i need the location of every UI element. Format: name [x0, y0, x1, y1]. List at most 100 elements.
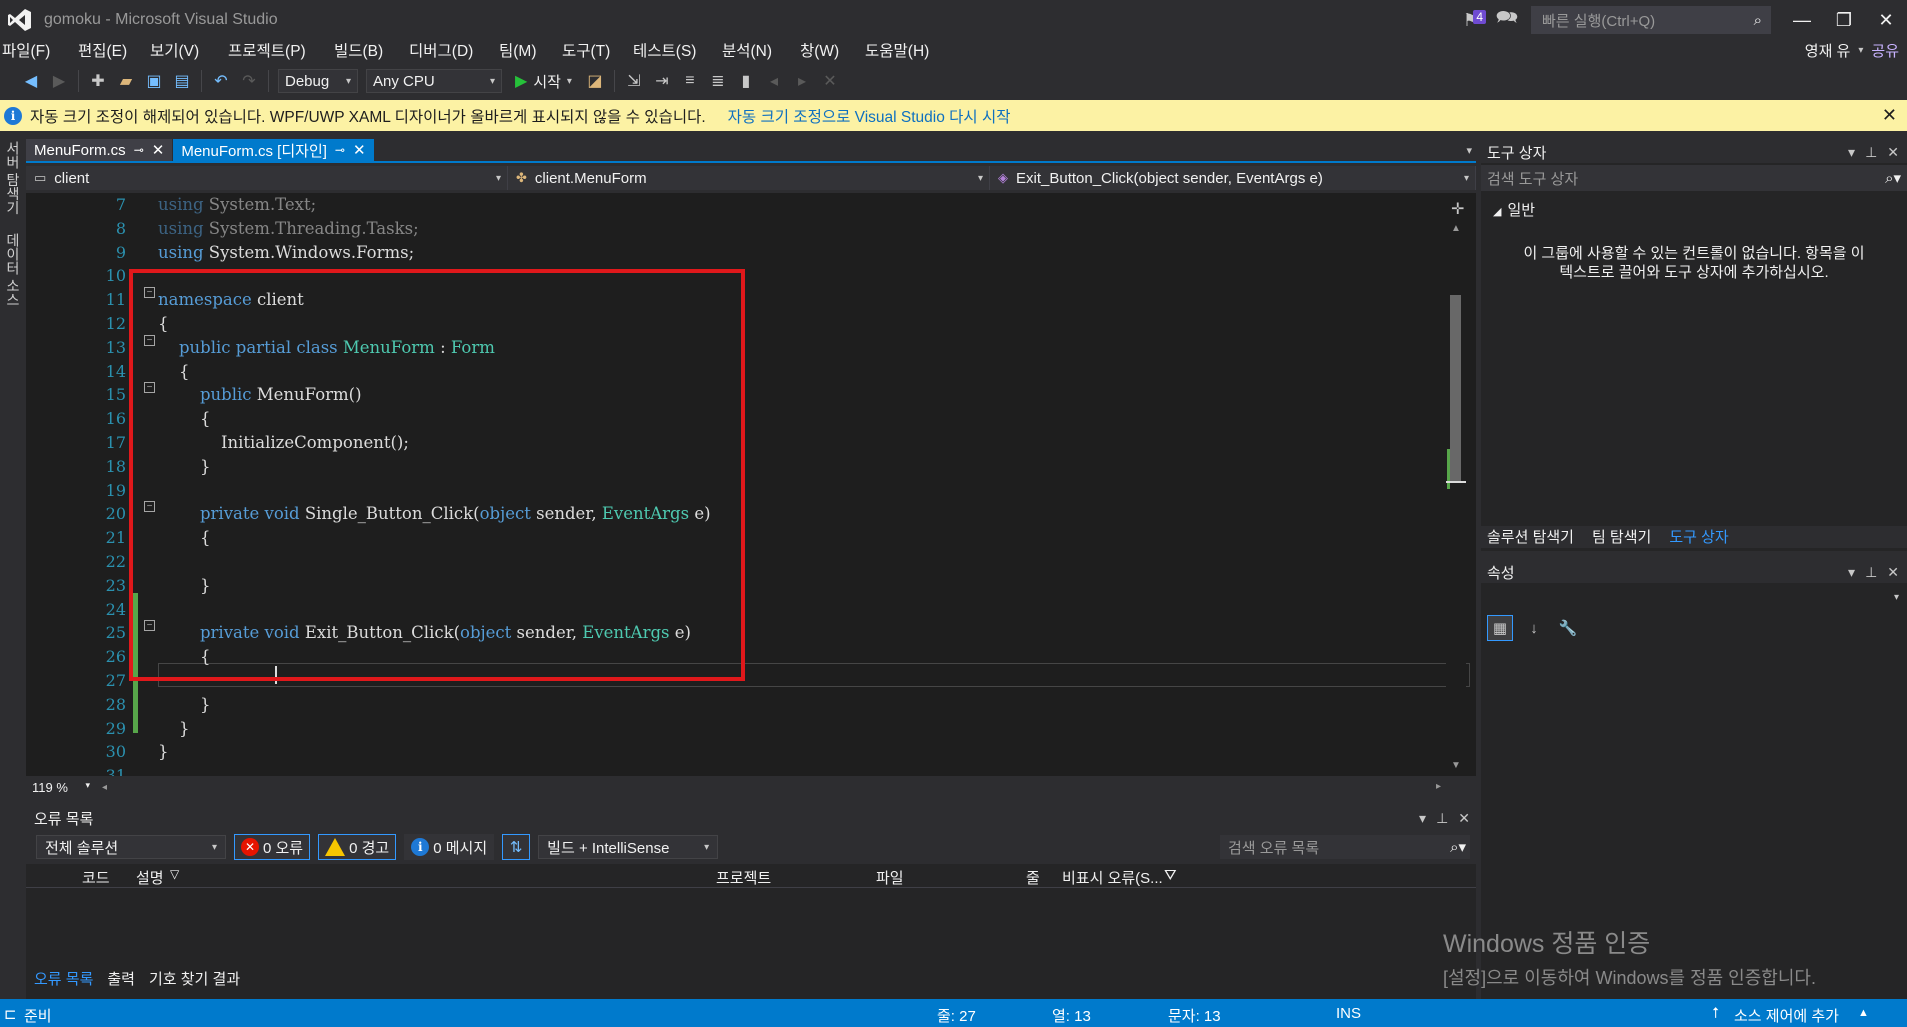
- menu-file[interactable]: 파일(F): [2, 39, 76, 61]
- tab-overflow-dropdown[interactable]: ▾: [1466, 144, 1472, 157]
- code-line[interactable]: {: [158, 526, 1438, 550]
- chevron-down-icon[interactable]: ▾: [1848, 144, 1855, 161]
- error-search-input[interactable]: 검색 오류 목록 ⌕▾: [1220, 835, 1470, 859]
- undo-icon[interactable]: ↶: [208, 68, 234, 94]
- menu-help[interactable]: 도움말(H): [865, 39, 942, 61]
- collapse-icon[interactable]: −: [144, 620, 155, 631]
- close-icon[interactable]: ✕: [1458, 810, 1470, 827]
- visual-studio-logo-icon[interactable]: [0, 0, 40, 40]
- add-to-source-control-button[interactable]: 소스 제어에 추가: [1734, 1005, 1839, 1026]
- save-all-icon[interactable]: ▤: [169, 68, 195, 94]
- scroll-up-icon[interactable]: ▲: [1451, 223, 1461, 234]
- collapse-icon[interactable]: −: [144, 335, 155, 346]
- code-line[interactable]: {: [158, 312, 1438, 336]
- redo-icon[interactable]: ↷: [236, 68, 262, 94]
- menu-tools[interactable]: 도구(T): [562, 39, 631, 61]
- toolbox-group-general[interactable]: ◢ 일반: [1481, 193, 1907, 226]
- close-window-button[interactable]: ✕: [1865, 0, 1907, 40]
- filter-icon[interactable]: ⛛: [1164, 867, 1177, 884]
- code-text[interactable]: using System.Text; using System.Threading…: [158, 193, 1438, 776]
- code-line[interactable]: [158, 550, 1438, 574]
- property-pages-icon[interactable]: 🔧: [1555, 615, 1581, 641]
- column-code[interactable]: 코드: [82, 867, 110, 888]
- collapse-icon[interactable]: −: [144, 501, 155, 512]
- column-description[interactable]: 설명: [136, 867, 164, 888]
- quick-launch-input[interactable]: 빠른 실행(Ctrl+Q) ⌕: [1531, 6, 1771, 34]
- collapse-icon[interactable]: −: [144, 382, 155, 393]
- feedback-icon[interactable]: 🗪: [1489, 0, 1525, 40]
- server-explorer-tab[interactable]: 서버 탐색기: [3, 141, 23, 215]
- build-filter-toggle[interactable]: ⇅: [502, 834, 531, 860]
- menu-team[interactable]: 팀(M): [499, 39, 560, 61]
- categorized-icon[interactable]: ▦: [1487, 615, 1513, 641]
- collapse-icon[interactable]: −: [144, 287, 155, 298]
- menu-project[interactable]: 프로젝트(P): [228, 39, 332, 61]
- column-file[interactable]: 파일: [876, 867, 904, 888]
- code-line[interactable]: }: [158, 455, 1438, 479]
- scope-select[interactable]: 전체 솔루션 ▾: [36, 835, 226, 859]
- type-dropdown[interactable]: ✤ client.MenuForm ▾: [508, 166, 990, 190]
- tab-error-list[interactable]: 오류 목록: [34, 968, 93, 990]
- configuration-select[interactable]: Debug ▾: [278, 69, 358, 93]
- comment-out-icon[interactable]: ≡: [677, 68, 703, 94]
- code-line[interactable]: }: [158, 693, 1438, 717]
- close-icon[interactable]: ✕: [1887, 564, 1899, 581]
- open-file-icon[interactable]: ▰: [113, 68, 139, 94]
- step-over-icon[interactable]: ⇥: [649, 68, 675, 94]
- chevron-down-icon[interactable]: ▾: [1858, 45, 1863, 56]
- close-icon[interactable]: ✕: [1887, 144, 1899, 161]
- restart-with-autoscaling-link[interactable]: 자동 크기 조정으로 Visual Studio 다시 시작: [728, 105, 1011, 127]
- scroll-down-icon[interactable]: ▼: [1451, 760, 1461, 771]
- code-line[interactable]: {: [158, 360, 1438, 384]
- errors-toggle[interactable]: ✕ 0 오류: [234, 834, 311, 860]
- start-debugging-button[interactable]: ▶ 시작 ▾: [515, 71, 572, 92]
- vertical-scrollbar[interactable]: ▲ ▼: [1446, 193, 1466, 776]
- tab-find-symbol-results[interactable]: 기호 찾기 결과: [149, 968, 240, 990]
- code-editor[interactable]: 7 8 9 10 11 12 13 14 15 16 17 18 19 20 2…: [26, 193, 1476, 776]
- close-icon[interactable]: ✕: [353, 141, 366, 159]
- code-line[interactable]: {: [158, 407, 1438, 431]
- column-line[interactable]: 줄: [1026, 867, 1040, 888]
- clear-bookmarks-icon[interactable]: ✕: [817, 68, 843, 94]
- pin-icon[interactable]: ⊥: [1865, 564, 1877, 581]
- browser-link-icon[interactable]: ◪: [582, 68, 608, 94]
- tab-output[interactable]: 출력: [107, 968, 135, 990]
- code-line[interactable]: using System.Text;: [158, 193, 1438, 217]
- menu-window[interactable]: 창(W): [800, 39, 863, 61]
- scroll-right-icon[interactable]: ▸: [1436, 781, 1441, 792]
- code-line[interactable]: [158, 669, 1438, 693]
- bookmark-icon[interactable]: ▮: [733, 68, 759, 94]
- minimize-button[interactable]: —: [1781, 0, 1823, 40]
- column-suppression[interactable]: 비표시 오류(S...: [1062, 867, 1163, 888]
- code-line[interactable]: [158, 479, 1438, 503]
- tab-solution-explorer[interactable]: 솔루션 탐색기: [1487, 526, 1574, 548]
- tab-team-explorer[interactable]: 팀 탐색기: [1592, 526, 1651, 548]
- close-icon[interactable]: ✕: [152, 141, 165, 159]
- menu-edit[interactable]: 편집(E): [78, 39, 148, 61]
- close-icon[interactable]: ✕: [1882, 105, 1897, 126]
- member-dropdown[interactable]: ◈ Exit_Button_Click(object sender, Event…: [990, 166, 1476, 190]
- code-line[interactable]: private void Single_Button_Click(object …: [158, 502, 1438, 526]
- data-sources-tab[interactable]: 데이터 소스: [3, 233, 23, 307]
- uncomment-icon[interactable]: ≣: [705, 68, 731, 94]
- pin-icon[interactable]: ⊸: [335, 143, 345, 157]
- code-line[interactable]: }: [158, 740, 1438, 764]
- menu-build[interactable]: 빌드(B): [334, 39, 407, 61]
- pin-icon[interactable]: ⊥: [1865, 144, 1877, 161]
- code-line[interactable]: using System.Threading.Tasks;: [158, 217, 1438, 241]
- alphabetical-icon[interactable]: ↓: [1521, 615, 1547, 641]
- step-into-icon[interactable]: ⇲: [621, 68, 647, 94]
- split-window-icon[interactable]: ✛: [1451, 199, 1464, 219]
- notification-flag-button[interactable]: ⚑ 4: [1453, 0, 1489, 40]
- column-project[interactable]: 프로젝트: [716, 867, 771, 888]
- share-button[interactable]: 공유: [1871, 40, 1899, 61]
- maximize-button[interactable]: ❐: [1823, 0, 1865, 40]
- user-account[interactable]: 영재 유: [1805, 40, 1851, 61]
- chevron-down-icon[interactable]: ▾: [1419, 810, 1426, 827]
- code-line[interactable]: using System.Windows.Forms;: [158, 241, 1438, 265]
- chevron-down-icon[interactable]: ▾: [1848, 564, 1855, 581]
- code-line[interactable]: }: [158, 574, 1438, 598]
- code-line[interactable]: }: [158, 717, 1438, 741]
- object-selector[interactable]: ▾: [1481, 583, 1907, 611]
- code-line[interactable]: {: [158, 645, 1438, 669]
